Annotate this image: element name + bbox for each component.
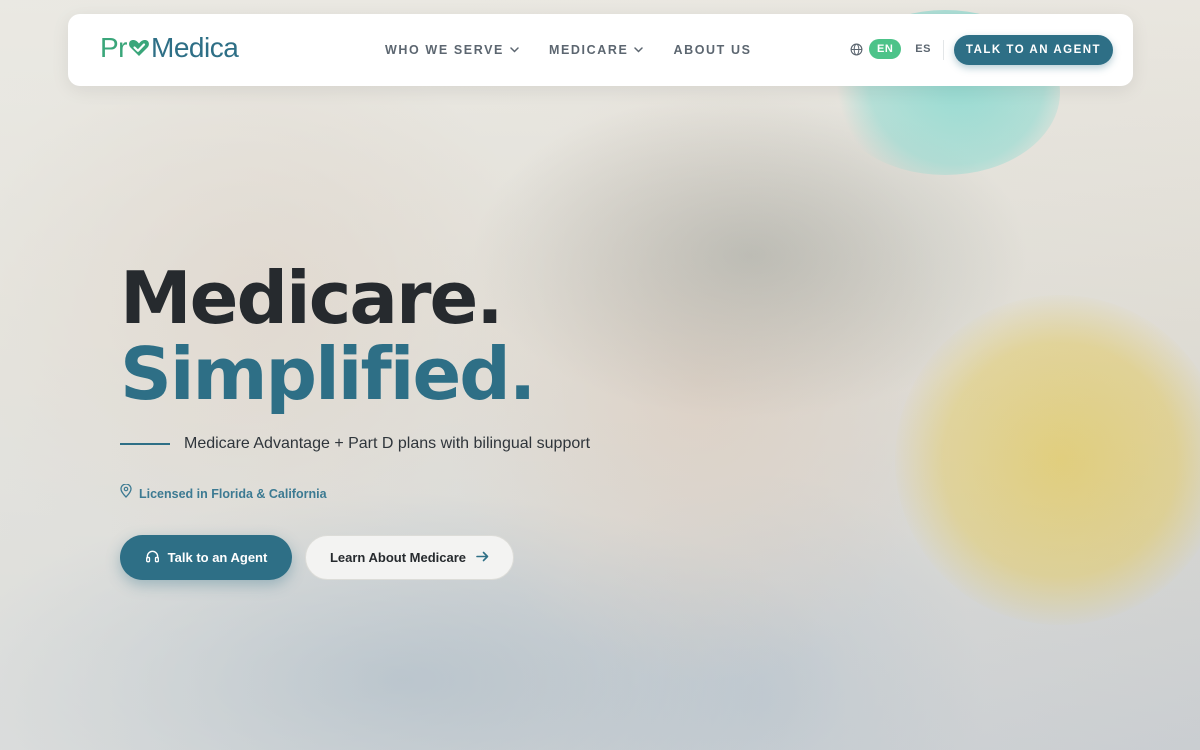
globe-icon <box>850 43 863 56</box>
headset-icon <box>145 549 160 567</box>
top-navbar: Pr Medica WHO WE SERVE MEDICARE ABOUT US <box>68 14 1133 86</box>
talk-to-agent-button[interactable]: Talk to an Agent <box>120 535 292 580</box>
heart-check-icon <box>128 38 150 58</box>
license-text: Licensed in Florida & California <box>139 486 327 501</box>
nav-medicare[interactable]: MEDICARE <box>548 43 644 57</box>
chevron-down-icon <box>510 47 519 53</box>
hero-tagline-row: Medicare Advantage + Part D plans with b… <box>120 435 590 453</box>
license-info: Licensed in Florida & California <box>120 483 327 503</box>
learn-about-medicare-label: Learn About Medicare <box>329 550 467 565</box>
language-switcher: EN ES <box>850 39 939 59</box>
hero-tagline: Medicare Advantage + Part D plans with b… <box>184 435 591 452</box>
main-nav: WHO WE SERVE MEDICARE ABOUT US <box>385 14 752 86</box>
language-es-button[interactable]: ES <box>907 39 939 59</box>
nav-who-we-serve-label: WHO WE SERVE <box>385 43 504 57</box>
talk-to-agent-label: Talk to an Agent <box>167 550 268 565</box>
hero-headline-line1: Medicare. <box>120 256 504 340</box>
nav-who-we-serve[interactable]: WHO WE SERVE <box>385 43 519 57</box>
arrow-right-icon <box>476 550 489 565</box>
hero-headline-line2: Simplified. <box>120 332 536 416</box>
talk-to-agent-nav-button[interactable]: TALK TO AN AGENT <box>954 35 1113 65</box>
tagline-accent-line <box>120 443 170 445</box>
nav-about-us[interactable]: ABOUT US <box>673 43 751 57</box>
chevron-down-icon <box>634 47 644 53</box>
nav-about-us-label: ABOUT US <box>673 43 752 57</box>
logo-text-part1: Pr <box>100 32 128 63</box>
language-en-button[interactable]: EN <box>869 39 902 59</box>
brand-logo[interactable]: Pr Medica <box>100 32 239 64</box>
logo-text-part2: Medica <box>151 32 239 63</box>
nav-divider <box>943 40 944 60</box>
nav-medicare-label: MEDICARE <box>548 43 629 57</box>
learn-about-medicare-button[interactable]: Learn About Medicare <box>305 535 514 580</box>
map-pin-icon <box>120 483 132 503</box>
